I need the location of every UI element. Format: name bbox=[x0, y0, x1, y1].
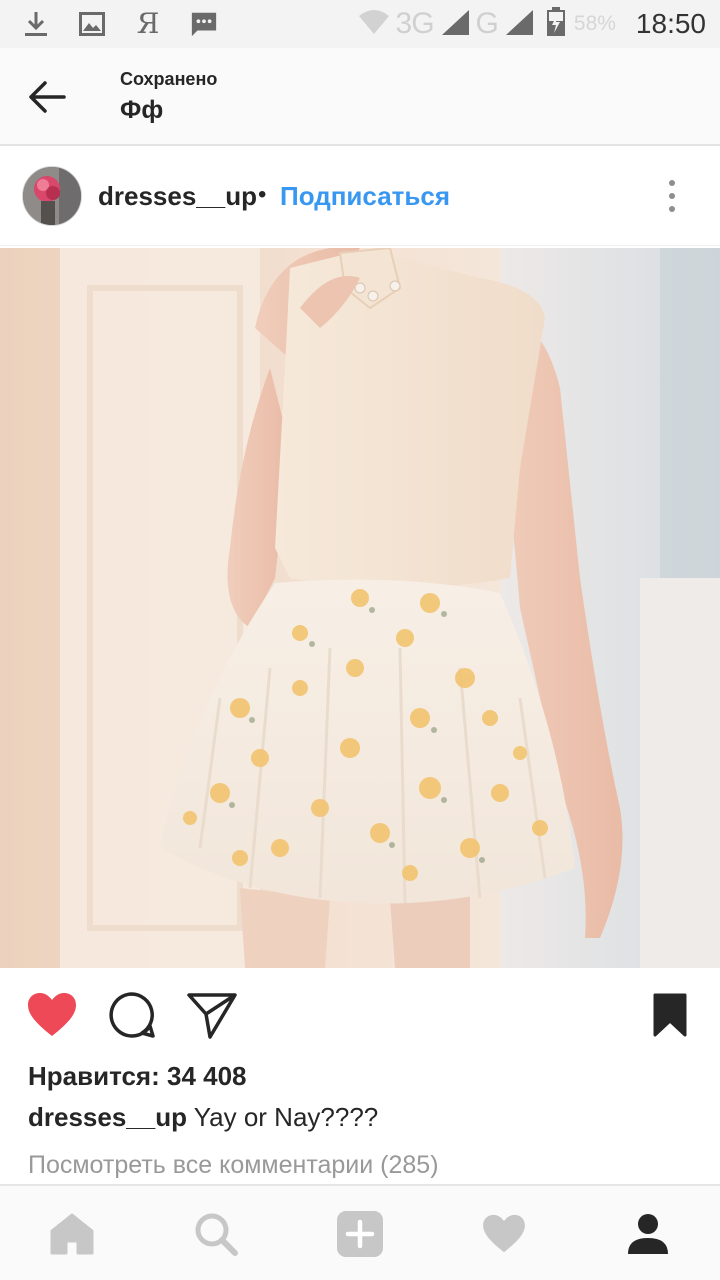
caption: dresses__up Yay or Nay???? bbox=[28, 1102, 378, 1133]
nav-search[interactable] bbox=[190, 1208, 242, 1260]
status-bar: Я 3G G 58% 18:50 bbox=[0, 0, 720, 48]
search-icon bbox=[195, 1213, 238, 1256]
nav-add-post[interactable] bbox=[334, 1208, 386, 1260]
app-header: Сохранено Фф bbox=[0, 48, 720, 146]
more-options-button[interactable] bbox=[656, 176, 688, 216]
save-button[interactable] bbox=[644, 990, 696, 1040]
wifi-icon bbox=[358, 8, 390, 41]
paper-plane-icon bbox=[187, 993, 237, 1039]
header-subtitle: Сохранено bbox=[120, 69, 218, 89]
share-button[interactable] bbox=[186, 990, 238, 1040]
post-header: dresses__up • Подписаться bbox=[0, 148, 720, 246]
comment-bubble-icon bbox=[109, 992, 155, 1038]
yandex-icon: Я bbox=[136, 7, 160, 40]
likes-count[interactable]: Нравится: 34 408 bbox=[28, 1061, 247, 1092]
more-dot-icon bbox=[669, 206, 675, 212]
more-dot-icon bbox=[669, 193, 675, 199]
back-button[interactable] bbox=[22, 74, 72, 120]
signal-icon-secondary bbox=[504, 8, 534, 41]
caption-username[interactable]: dresses__up bbox=[28, 1102, 187, 1132]
more-dot-icon bbox=[669, 180, 675, 186]
post-photo[interactable] bbox=[0, 248, 720, 968]
post-actions bbox=[0, 968, 720, 1064]
view-all-comments-link[interactable]: Посмотреть все комментарии (285) bbox=[28, 1151, 439, 1180]
follow-button[interactable]: Подписаться bbox=[280, 181, 450, 212]
home-icon bbox=[50, 1213, 94, 1255]
heart-filled-icon bbox=[28, 993, 76, 1036]
add-post-icon bbox=[337, 1211, 383, 1257]
collection-title: Фф bbox=[120, 96, 164, 124]
download-icon bbox=[22, 10, 50, 38]
like-button[interactable] bbox=[26, 990, 78, 1040]
message-icon bbox=[190, 10, 218, 38]
separator-dot: • bbox=[258, 181, 267, 208]
profile-icon bbox=[628, 1214, 668, 1254]
bookmark-filled-icon bbox=[653, 993, 687, 1037]
battery-icon bbox=[546, 6, 566, 42]
activity-heart-icon bbox=[483, 1214, 525, 1253]
bottom-navigation bbox=[0, 1184, 720, 1280]
comment-button[interactable] bbox=[106, 990, 158, 1040]
nav-activity[interactable] bbox=[478, 1208, 530, 1260]
post-username[interactable]: dresses__up bbox=[98, 181, 257, 212]
caption-text: Yay or Nay???? bbox=[186, 1102, 379, 1132]
nav-profile[interactable] bbox=[622, 1208, 674, 1260]
image-icon bbox=[78, 10, 106, 38]
network-type-primary: 3G bbox=[395, 7, 435, 40]
nav-home[interactable] bbox=[46, 1208, 98, 1260]
network-type-secondary: G bbox=[475, 7, 499, 40]
arrow-left-icon bbox=[29, 81, 66, 113]
avatar[interactable] bbox=[22, 166, 82, 226]
battery-percent: 58% bbox=[573, 12, 616, 35]
clock: 18:50 bbox=[635, 8, 706, 39]
signal-icon bbox=[440, 8, 470, 41]
